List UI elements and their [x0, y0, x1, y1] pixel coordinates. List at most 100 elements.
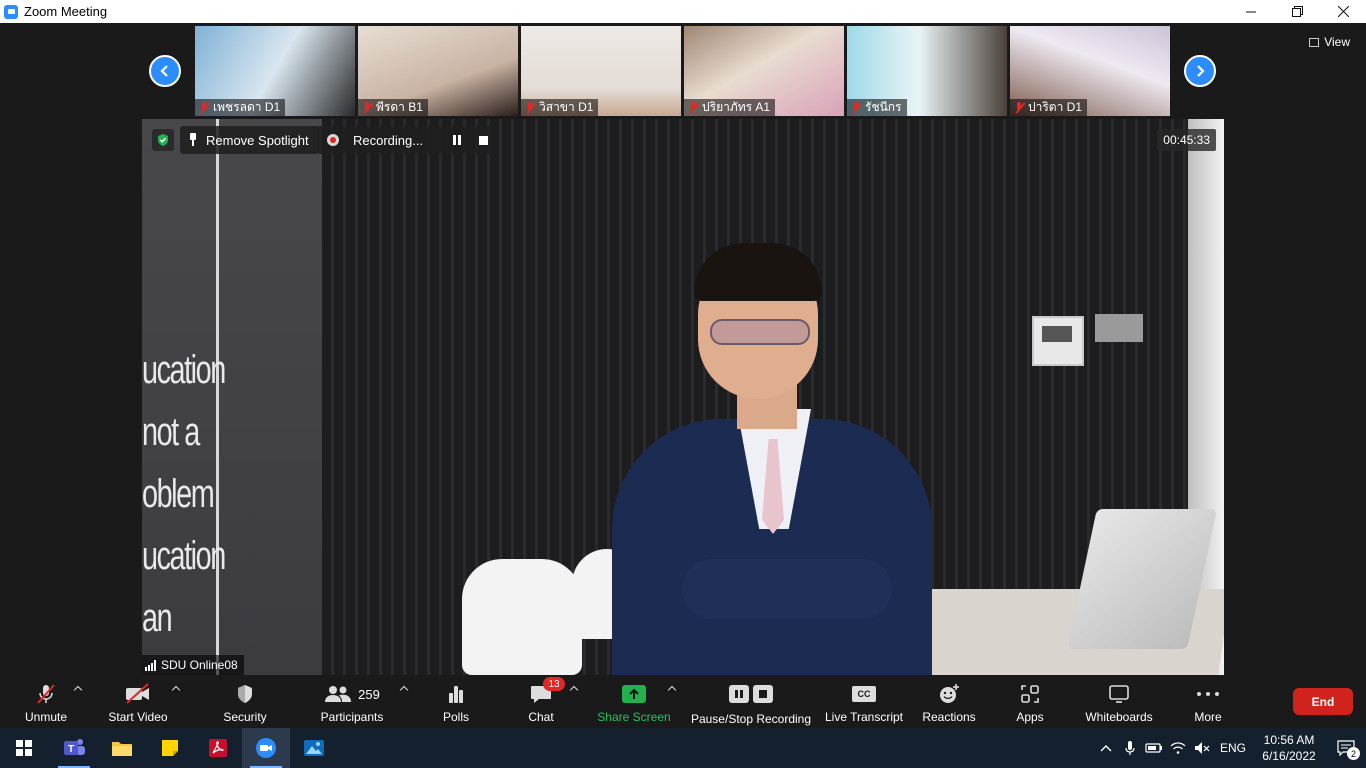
participant-tile[interactable]: วิสาขา D1: [521, 26, 681, 116]
participants-options-caret[interactable]: [399, 684, 409, 694]
live-transcript-button[interactable]: CC Live Transcript: [824, 676, 904, 728]
meeting-timer: 00:45:33: [1157, 129, 1216, 151]
photos-icon: [304, 740, 324, 756]
gallery-view-icon: [1309, 37, 1320, 47]
restore-icon: [1291, 6, 1303, 17]
polls-button[interactable]: Polls: [436, 676, 476, 728]
close-icon: [1337, 6, 1349, 17]
mic-muted-icon: [688, 101, 698, 114]
share-options-caret[interactable]: [667, 684, 677, 694]
chat-button[interactable]: 13 Chat: [521, 676, 565, 728]
participant-name: รัชนีกร: [865, 100, 902, 114]
audio-options-caret[interactable]: [73, 684, 83, 694]
zoom-icon: [256, 738, 276, 758]
taskbar-file-explorer[interactable]: [98, 728, 146, 768]
minimize-icon: [1246, 11, 1256, 12]
whiteboards-button[interactable]: Whiteboards: [1082, 676, 1156, 728]
view-button[interactable]: View: [1309, 35, 1350, 49]
participant-tile[interactable]: รัชนีกร: [847, 26, 1007, 116]
polls-icon: [449, 686, 463, 703]
pause-stop-recording-label: Pause/Stop Recording: [690, 712, 812, 726]
close-button[interactable]: [1320, 0, 1366, 23]
acrobat-icon: [209, 739, 227, 757]
folder-icon: [112, 742, 132, 756]
start-video-button[interactable]: Start Video: [104, 676, 172, 728]
participant-name: วิสาขา D1: [539, 100, 594, 114]
gallery-prev-button[interactable]: [149, 55, 181, 87]
sticky-notes-icon: [162, 740, 178, 756]
chevron-right-icon: [1197, 65, 1205, 77]
pause-stop-recording-button[interactable]: Pause/Stop Recording: [690, 676, 812, 728]
taskbar-clock[interactable]: 10:56 AM 6/16/2022: [1252, 732, 1326, 764]
share-screen-button[interactable]: Share Screen: [596, 676, 672, 728]
microphone-tray-icon[interactable]: [1118, 728, 1142, 768]
unmute-button[interactable]: Unmute: [20, 676, 72, 728]
restore-button[interactable]: [1274, 0, 1320, 23]
chevron-left-icon: [160, 65, 168, 77]
apps-button[interactable]: Apps: [1010, 676, 1050, 728]
participant-tile[interactable]: เพชรลดา D1: [195, 26, 355, 116]
volume-muted-icon[interactable]: [1190, 728, 1214, 768]
taskbar-teams[interactable]: T: [50, 728, 98, 768]
mic-muted-icon: [199, 101, 209, 114]
taskbar-zoom[interactable]: [242, 728, 290, 768]
taskbar-sticky-notes[interactable]: [146, 728, 194, 768]
more-button[interactable]: More: [1188, 676, 1228, 728]
share-screen-label: Share Screen: [597, 710, 671, 724]
video-options-caret[interactable]: [171, 684, 181, 694]
recording-indicator: Recording...: [317, 126, 492, 154]
whiteboards-label: Whiteboards: [1085, 710, 1153, 724]
recording-dot-icon: [327, 134, 339, 146]
action-center-button[interactable]: 2: [1326, 728, 1366, 768]
mic-muted-icon: [362, 101, 372, 114]
participants-count: 259: [358, 686, 380, 702]
participant-name: พีรดา B1: [376, 100, 423, 114]
participant-namebar: รัชนีกร: [847, 99, 907, 116]
participant-namebar: พีรดา B1: [358, 99, 428, 116]
end-meeting-button[interactable]: End: [1293, 688, 1353, 715]
chat-unread-badge: 13: [543, 677, 565, 691]
apps-icon: [1021, 685, 1039, 703]
gallery-next-button[interactable]: [1184, 55, 1216, 87]
wall-panel: ucation not a oblem ucation an: [142, 119, 322, 675]
participant-name: เพชรลดา D1: [213, 100, 281, 114]
chat-options-caret[interactable]: [569, 684, 579, 694]
stop-recording-button[interactable]: [479, 135, 489, 145]
taskbar-photos[interactable]: [290, 728, 338, 768]
participant-tile[interactable]: พีรดา B1: [358, 26, 518, 116]
windows-logo-icon: [16, 740, 32, 756]
share-screen-icon: [622, 685, 646, 703]
window-title: Zoom Meeting: [24, 4, 108, 19]
participant-name: ปาริตา D1: [1028, 100, 1083, 114]
spotlight-video[interactable]: ucation not a oblem ucation an Remove Sp: [142, 119, 1224, 675]
participants-button[interactable]: 259 Participants: [316, 676, 388, 728]
shield-icon: [238, 685, 252, 703]
reactions-button[interactable]: Reactions: [920, 676, 978, 728]
recording-label: Recording...: [353, 132, 424, 148]
remove-spotlight-button[interactable]: Remove Spotlight: [180, 126, 319, 154]
start-button[interactable]: [0, 728, 48, 768]
encryption-shield-icon[interactable]: [152, 129, 174, 151]
pin-icon: [188, 133, 198, 147]
participant-tile[interactable]: ปริยาภัทร A1: [684, 26, 844, 116]
input-language[interactable]: ENG: [1214, 741, 1252, 755]
participants-icon: [325, 686, 352, 702]
chevron-up-icon: [1100, 745, 1112, 752]
security-button[interactable]: Security: [218, 676, 272, 728]
reactions-smiley-icon: [940, 684, 959, 703]
participant-tile[interactable]: ปาริตา D1: [1010, 26, 1170, 116]
microphone-muted-icon: [37, 684, 55, 704]
show-hidden-icons-button[interactable]: [1094, 728, 1118, 768]
battery-icon[interactable]: [1142, 728, 1166, 768]
wifi-icon[interactable]: [1166, 728, 1190, 768]
apps-label: Apps: [1016, 710, 1044, 724]
participant-name: ปริยาภัทร A1: [702, 100, 771, 114]
meeting-toolbar: Unmute Start Video Security 259 Particip…: [0, 676, 1366, 728]
speaker-namebar: SDU Online08: [142, 655, 244, 675]
mic-muted-icon: [525, 101, 535, 114]
pause-recording-button[interactable]: [453, 135, 463, 145]
taskbar-acrobat[interactable]: [194, 728, 242, 768]
live-transcript-label: Live Transcript: [824, 710, 904, 724]
minimize-button[interactable]: [1228, 0, 1274, 23]
more-dots-icon: [1197, 692, 1219, 696]
